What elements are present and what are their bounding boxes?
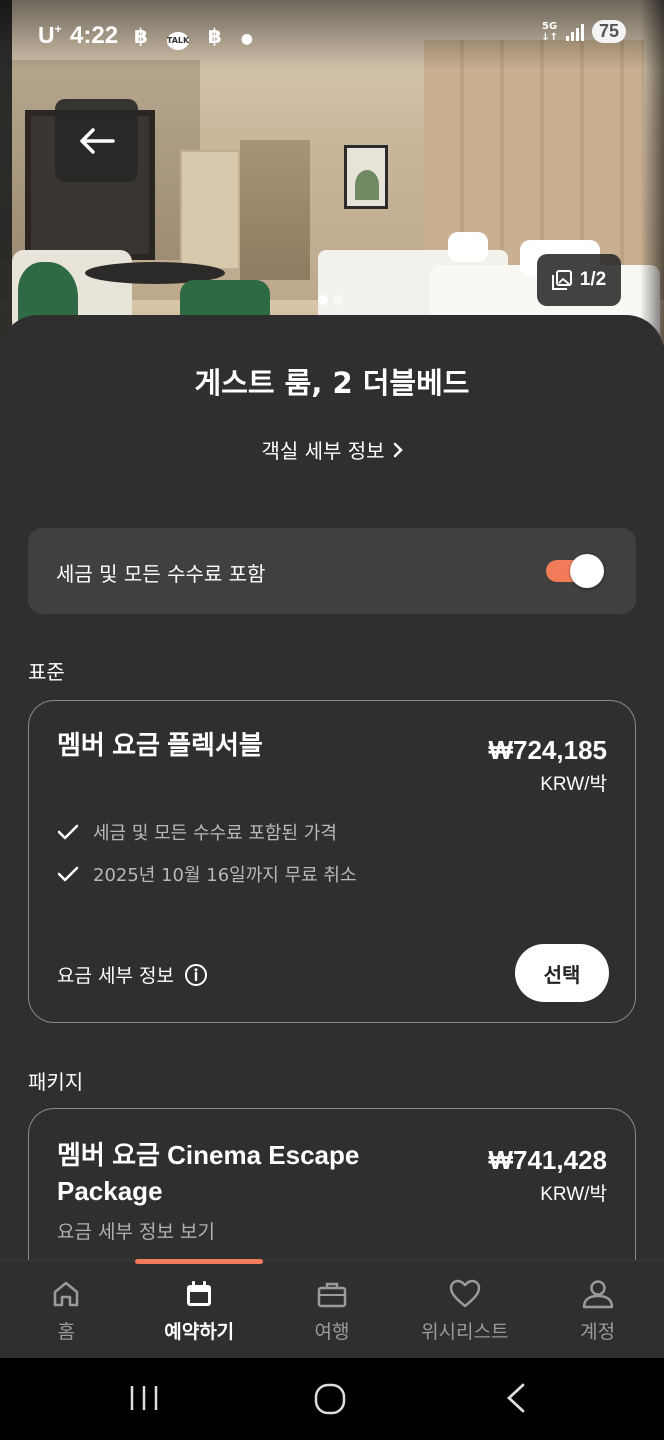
nav-label: 계정: [580, 1321, 616, 1343]
person-icon: [582, 1280, 613, 1309]
tax-toggle-row: 세금 및 모든 수수료 포함: [28, 528, 636, 614]
rate-perk-label: 2025년 10월 16일까지 무료 취소: [93, 865, 357, 886]
rate-name: 멤버 요금 플렉서블: [57, 730, 263, 760]
home-icon: [54, 1281, 79, 1307]
rate-unit: KRW/박: [540, 1184, 607, 1205]
nav-home[interactable]: 홈: [0, 1261, 133, 1358]
section-standard: 표준: [28, 660, 65, 684]
clock: 4:22: [70, 22, 119, 49]
info-icon: [184, 963, 207, 986]
nav-wishlist[interactable]: 위시리스트: [398, 1261, 531, 1358]
rate-unit: KRW/박: [540, 774, 607, 795]
rate-perk: 세금 및 모든 수수료 포함된 가격: [57, 819, 337, 845]
room-detail-label: 객실 세부 정보: [261, 439, 385, 463]
home-button-icon[interactable]: [313, 1382, 347, 1416]
tax-toggle[interactable]: [546, 554, 604, 588]
back-button[interactable]: [55, 99, 138, 182]
nav-label: 위시리스트: [421, 1321, 509, 1343]
briefcase-icon: [317, 1282, 347, 1308]
rate-perk: 2025년 10월 16일까지 무료 취소: [57, 861, 357, 887]
rate-detail-link[interactable]: 요금 세부 정보 보기: [57, 1217, 215, 1244]
chevron-right-icon: [393, 442, 403, 457]
active-indicator: [135, 1259, 264, 1264]
room-detail-link[interactable]: 객실 세부 정보: [0, 435, 664, 464]
network-icon: 5G ↓↑: [541, 20, 558, 43]
carrier-label: U+: [38, 22, 62, 48]
nav-label: 홈: [57, 1321, 76, 1343]
arrow-left-icon: [79, 127, 115, 154]
rate-info-link[interactable]: 요금 세부 정보: [57, 961, 208, 988]
check-icon: [57, 824, 79, 840]
signal-icon: [565, 23, 584, 41]
rate-price: ₩741,428: [488, 1145, 607, 1175]
nav-label: 여행: [314, 1321, 350, 1343]
nav-label: 예약하기: [164, 1321, 235, 1343]
check-icon: [57, 866, 79, 882]
nav-trips[interactable]: 여행: [266, 1261, 399, 1358]
nav-account[interactable]: 계정: [531, 1261, 664, 1358]
heart-icon: [449, 1279, 481, 1308]
gallery-count-label: 1/2: [579, 269, 607, 290]
notification-icon: ฿: [207, 24, 222, 48]
calendar-icon: [187, 1281, 212, 1306]
gallery-icon: [551, 270, 572, 290]
rate-info-label: 요금 세부 정보: [57, 965, 174, 987]
gallery-button[interactable]: 1/2: [537, 254, 621, 306]
rate-card: 멤버 요금 플렉서블 ₩724,185 KRW/박 세금 및 모든 수수료 포함…: [28, 700, 636, 1023]
select-button[interactable]: 선택: [515, 944, 609, 1002]
carousel-dots: [318, 295, 343, 305]
system-nav-bar: [0, 1358, 664, 1440]
recent-apps-icon[interactable]: [128, 1382, 160, 1414]
section-package: 패키지: [28, 1070, 84, 1094]
tax-toggle-label: 세금 및 모든 수수료 포함: [56, 562, 266, 586]
carousel-dot[interactable]: [318, 295, 328, 305]
room-title: 게스트 룸, 2 더블베드: [194, 366, 470, 400]
back-nav-icon[interactable]: [503, 1382, 529, 1414]
notification-icon: ฿: [134, 24, 148, 48]
bottom-nav: 홈 예약하기 여행 위시리스트 계정: [0, 1259, 664, 1358]
talk-icon: TALK: [166, 32, 189, 50]
rate-perk-label: 세금 및 모든 수수료 포함된 가격: [93, 823, 337, 844]
rate-name: 멤버 요금 Cinema Escape Package: [57, 1140, 360, 1206]
nav-booking[interactable]: 예약하기: [133, 1259, 266, 1358]
wall-art-image: [344, 145, 388, 209]
battery-icon: 75: [591, 20, 626, 43]
status-bar: U+ 4:22 ฿ TALK ฿ ● 5G ↓↑ 75: [0, 0, 664, 72]
rate-price: ₩724,185: [488, 735, 607, 765]
dot-icon: ●: [240, 31, 253, 47]
carousel-dot[interactable]: [333, 295, 343, 305]
